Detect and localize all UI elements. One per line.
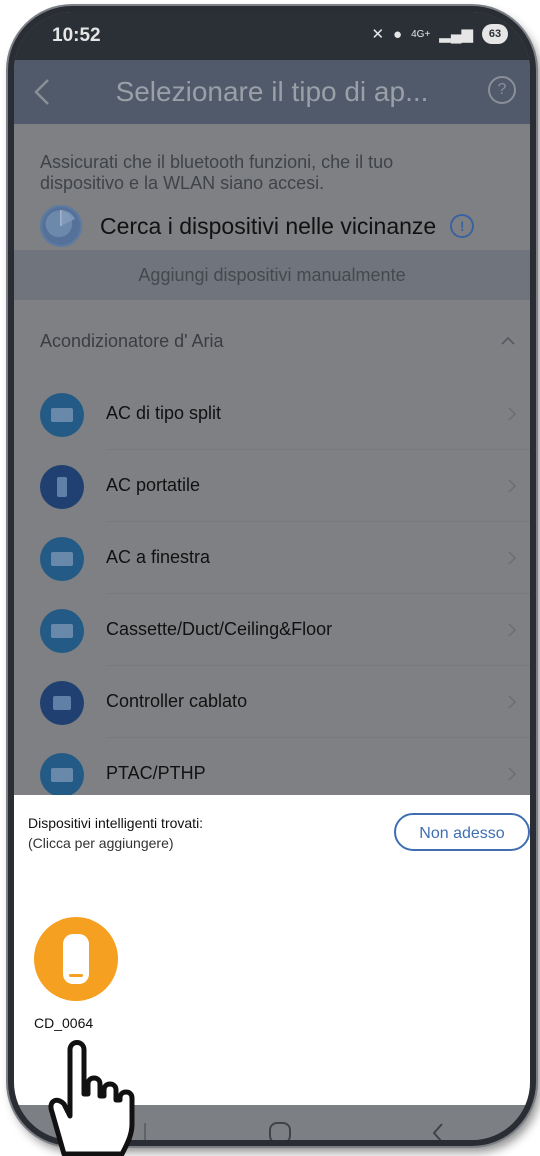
device-label: Cassette/Duct/Ceiling&Floor bbox=[106, 619, 333, 639]
dehumidifier-icon bbox=[34, 917, 118, 1001]
status-time: 10:52 bbox=[52, 25, 101, 46]
chevron-right-icon bbox=[508, 767, 517, 781]
phone-screen: 10:52 ✕ ● 4G+ ▂▄▆ 63 Selezionare il tipo… bbox=[14, 12, 530, 1140]
chevron-right-icon bbox=[508, 551, 517, 565]
portable-ac-icon bbox=[40, 465, 84, 509]
ptac-icon bbox=[40, 753, 84, 797]
not-now-button[interactable]: Non adesso bbox=[394, 813, 530, 851]
status-bar: 10:52 ✕ ● 4G+ ▂▄▆ 63 bbox=[14, 12, 530, 60]
wired-controller-icon bbox=[40, 681, 84, 725]
split-ac-icon bbox=[40, 393, 84, 437]
window-ac-icon bbox=[40, 537, 84, 581]
back-arrow-icon bbox=[34, 79, 49, 105]
sheet-subtitle: (Clicca per aggiungere) bbox=[28, 835, 174, 851]
device-row-cassette[interactable]: Cassette/Duct/Ceiling&Floor bbox=[14, 594, 530, 666]
sheet-title: Dispositivi intelligenti trovati: bbox=[28, 815, 204, 831]
app-header: Selezionare il tipo di ap... ? bbox=[14, 60, 530, 124]
cassette-ac-icon bbox=[40, 609, 84, 653]
radar-scan-icon bbox=[40, 205, 82, 247]
chevron-up-icon bbox=[501, 336, 515, 345]
category-label: Acondizionatore d' Aria bbox=[40, 331, 224, 351]
device-label: PTAC/PTHP bbox=[106, 763, 206, 783]
back-button[interactable] bbox=[26, 74, 60, 110]
scan-nearby-row[interactable]: Cerca i dispositivi nelle vicinanze ! bbox=[40, 203, 475, 249]
mute-icon: ✕ bbox=[371, 26, 385, 43]
bluetooth-instructions: Assicurati che il bluetooth funzioni, ch… bbox=[40, 152, 394, 193]
device-row-split[interactable]: AC di tipo split bbox=[14, 378, 530, 450]
battery-icon: 63 bbox=[482, 24, 508, 44]
device-label: AC a finestra bbox=[106, 547, 211, 567]
chevron-right-icon bbox=[508, 479, 517, 493]
device-row-controller[interactable]: Controller cablato bbox=[14, 666, 530, 738]
category-header[interactable]: Acondizionatore d' Aria bbox=[14, 311, 530, 371]
device-label: Controller cablato bbox=[106, 691, 248, 711]
help-icon[interactable]: ? bbox=[488, 76, 516, 104]
location-icon: ● bbox=[393, 25, 403, 43]
device-row-portable[interactable]: AC portatile bbox=[14, 450, 530, 522]
device-label: AC di tipo split bbox=[106, 403, 222, 423]
device-label: AC portatile bbox=[106, 475, 201, 495]
chevron-right-icon bbox=[508, 623, 517, 637]
scan-label: Cerca i dispositivi nelle vicinanze bbox=[100, 212, 437, 239]
device-row-window[interactable]: AC a finestra bbox=[14, 522, 530, 594]
found-device-label: CD_0064 bbox=[34, 1015, 94, 1031]
status-icons: ✕ ● 4G+ ▂▄▆ 63 bbox=[371, 24, 508, 44]
info-icon[interactable]: ! bbox=[450, 214, 475, 238]
chevron-right-icon bbox=[508, 695, 517, 709]
hand-pointer-icon bbox=[48, 1040, 135, 1156]
add-manually-button[interactable]: Aggiungi dispositivi manualmente bbox=[14, 250, 530, 300]
phone-frame: 10:52 ✕ ● 4G+ ▂▄▆ 63 Selezionare il tipo… bbox=[8, 6, 536, 1146]
page-title: Selezionare il tipo di ap... bbox=[115, 76, 429, 107]
home-button[interactable] bbox=[269, 1122, 291, 1140]
system-back-icon[interactable] bbox=[430, 1121, 446, 1140]
signal-icon: ▂▄▆ bbox=[439, 26, 473, 43]
network-type: 4G+ bbox=[411, 28, 431, 40]
chevron-right-icon bbox=[508, 407, 517, 421]
found-device-item[interactable]: CD_0064 bbox=[34, 917, 134, 1037]
